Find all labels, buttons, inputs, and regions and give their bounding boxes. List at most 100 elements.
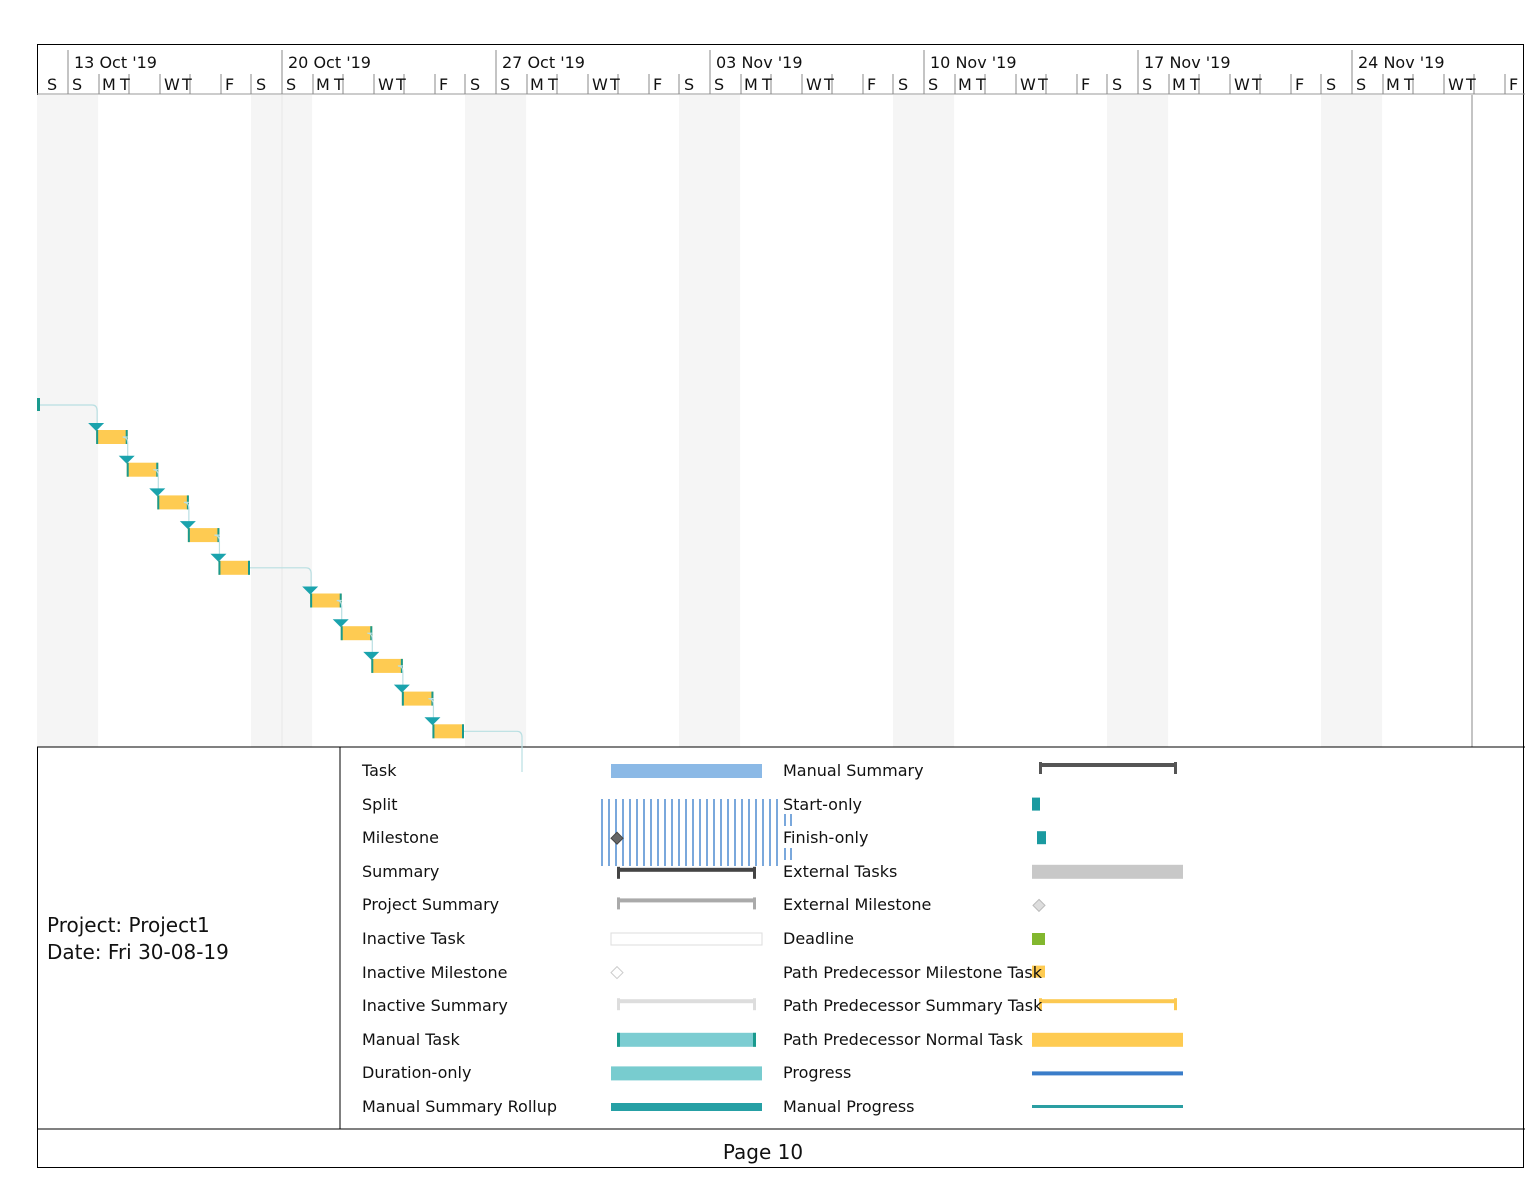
- legend-path-predecessor-summary-symbol: [1039, 999, 1177, 1004]
- legend-split-stripe: [727, 799, 729, 866]
- legend-manual-summary-symbol-end: [1039, 762, 1042, 774]
- legend-manual-progress-symbol: [1032, 1105, 1183, 1108]
- legend-project-summary-symbol: [617, 898, 756, 903]
- day-label: S: [714, 75, 725, 94]
- task-bar-start-edge: [126, 462, 129, 477]
- legend-project-summary-symbol-end: [753, 897, 756, 910]
- legend-label: Path Predecessor Normal Task: [783, 1029, 1023, 1049]
- legend-split-stripe: [741, 799, 743, 866]
- week-label: 13 Oct '19: [74, 53, 157, 72]
- week-label: 10 Nov '19: [930, 53, 1017, 72]
- legend-split-stripe: [713, 799, 715, 866]
- legend-label: Start-only: [783, 794, 862, 814]
- legend-label: Project Summary: [362, 895, 500, 915]
- legend-duration-only-symbol: [611, 1066, 762, 1081]
- legend-start-only-symbol: [1032, 797, 1040, 811]
- task-bar-start-edge: [340, 626, 343, 641]
- legend-label: Manual Summary: [783, 761, 924, 780]
- legend-split-dash: [784, 814, 786, 826]
- task-bar-start-edge: [401, 691, 404, 706]
- day-label: M: [1386, 75, 1400, 94]
- legend-path-predecessor-normal-symbol: [1032, 1032, 1183, 1047]
- legend-split-stripe: [692, 799, 694, 866]
- link-arrow: [363, 651, 380, 660]
- day-label: T: [824, 75, 834, 94]
- link-arrow: [179, 521, 196, 530]
- legend-label: Inactive Summary: [362, 996, 508, 1016]
- legend-label: Task: [362, 761, 397, 780]
- legend-split-stripe: [762, 799, 764, 866]
- task-bar-end-edge: [462, 724, 464, 739]
- day-label: W: [378, 75, 394, 94]
- legend-label: External Milestone: [783, 895, 932, 915]
- legend-split-stripe: [636, 799, 638, 866]
- legend-split-dash: [784, 848, 786, 860]
- task-bar-start-edge: [310, 593, 313, 608]
- day-label: W: [164, 75, 180, 94]
- day-label: T: [548, 75, 558, 94]
- task-bar: [432, 724, 464, 739]
- legend-manual-summary-symbol: [1039, 763, 1177, 767]
- day-label: S: [470, 75, 481, 94]
- day-label: T: [1404, 75, 1414, 94]
- day-label: S: [684, 75, 695, 94]
- legend-label: Manual Progress: [783, 1097, 915, 1116]
- legend-split-stripe: [629, 799, 631, 866]
- legend-split-stripe: [769, 799, 771, 866]
- legend-milestone-symbol: [610, 831, 624, 845]
- legend-project-summary-symbol-end: [617, 897, 620, 910]
- legend-split-stripe: [776, 799, 778, 866]
- day-label: M: [316, 75, 330, 94]
- nonworking-shading: [679, 95, 741, 747]
- day-label: S: [256, 75, 267, 94]
- legend-inactive-summary-symbol: [617, 999, 756, 1004]
- legend-deadline-symbol: [1032, 933, 1045, 945]
- legend-summary-symbol: [617, 867, 756, 872]
- link-arrow: [118, 455, 135, 464]
- legend-path-predecessor-summary-symbol-end: [1174, 998, 1177, 1011]
- legend-external-tasks-symbol: [1032, 864, 1183, 879]
- link-arrow: [149, 488, 166, 497]
- legend-manual-task-symbol: [617, 1032, 756, 1047]
- legend-label: Manual Task: [362, 1029, 460, 1049]
- day-label: W: [1448, 75, 1464, 94]
- day-label: M: [102, 75, 116, 94]
- day-label: W: [1234, 75, 1250, 94]
- nonworking-shading: [465, 95, 527, 747]
- legend-finish-only-symbol: [1037, 831, 1046, 845]
- legend-split-stripe: [755, 799, 757, 866]
- day-label: S: [1112, 75, 1123, 94]
- legend-split-stripe: [608, 799, 610, 866]
- day-label: S: [47, 75, 58, 94]
- legend-split-stripe: [699, 799, 701, 866]
- legend-split-stripe: [720, 799, 722, 866]
- legend-split-stripe: [622, 799, 624, 866]
- legend-split-stripe: [748, 799, 750, 866]
- link-arrow: [332, 619, 349, 628]
- day-label: M: [958, 75, 972, 94]
- legend-label: Path Predecessor Milestone Task: [783, 962, 1042, 982]
- legend-label: Deadline: [783, 929, 854, 948]
- legend-label: Duration-only: [362, 1063, 472, 1083]
- legend-split-stripe: [664, 799, 666, 866]
- task-bar-start-edge: [218, 560, 221, 575]
- nonworking-shading: [1321, 95, 1383, 747]
- day-label: T: [1038, 75, 1048, 94]
- legend-label: External Tasks: [783, 861, 898, 881]
- legend-summary-symbol-end: [617, 866, 620, 879]
- legend-label: Milestone: [362, 828, 439, 848]
- legend-progress-symbol: [1032, 1071, 1183, 1076]
- legend-manual-summary-symbol-end: [1174, 762, 1177, 774]
- day-label: F: [1295, 75, 1305, 94]
- legend-split-dash: [790, 848, 792, 860]
- day-label: T: [120, 75, 130, 94]
- day-label: T: [1252, 75, 1262, 94]
- link-arrow: [393, 684, 410, 693]
- legend-split-stripe: [706, 799, 708, 866]
- legend-manual-task-edge: [753, 1032, 756, 1047]
- day-label: T: [762, 75, 772, 94]
- legend-label: Finish-only: [783, 828, 869, 848]
- gantt-chart: [37, 50, 1525, 1130]
- day-label: S: [898, 75, 909, 94]
- legend-manual-task-edge: [617, 1032, 620, 1047]
